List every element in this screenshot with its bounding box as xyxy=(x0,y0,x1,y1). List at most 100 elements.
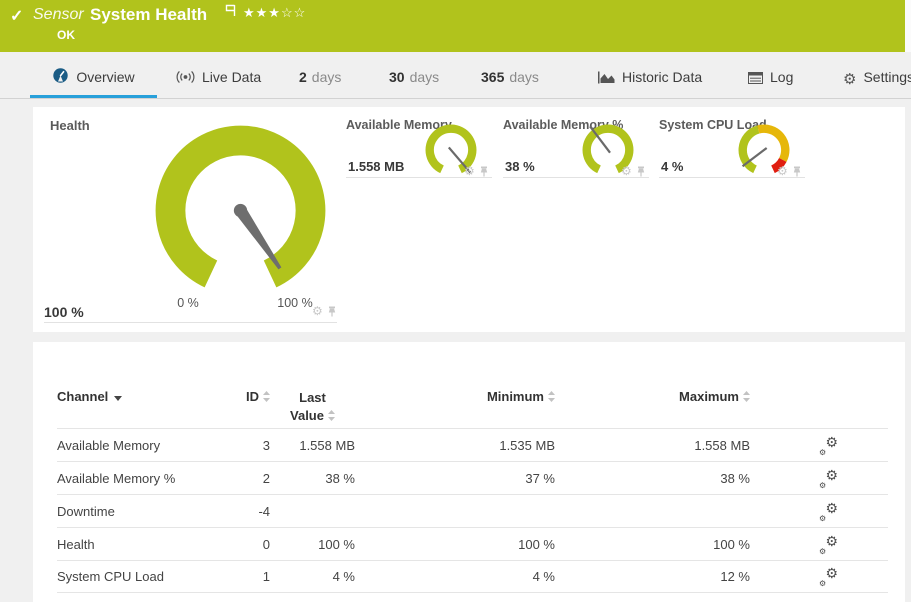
column-header-maximum[interactable]: Maximum xyxy=(555,389,750,404)
table-row[interactable]: Health 0 100 % 100 % 100 % ⚙⚙ xyxy=(57,527,888,560)
cell-last-value: 1.558 MB xyxy=(270,438,355,453)
column-header-channel-label: Channel xyxy=(57,389,108,404)
tab-2-days-number: 2 xyxy=(299,69,307,85)
tab-overview[interactable]: Overview xyxy=(30,51,157,98)
tile-gear-icon[interactable]: ⚙ xyxy=(464,165,475,177)
channel-settings-icon[interactable]: ⚙⚙ xyxy=(818,536,838,553)
tile-corner-icons: ⚙ xyxy=(464,165,489,177)
tab-historic-data-label: Historic Data xyxy=(622,69,702,85)
channel-table: Channel ID Last Value Minimum Maximum Av… xyxy=(57,380,888,593)
column-header-last-value[interactable]: Last Value xyxy=(270,389,355,424)
tab-bar: Overview Live Data 2 days 30 days 365 da… xyxy=(0,52,911,99)
cell-channel: Available Memory % xyxy=(57,471,227,486)
tab-overview-label: Overview xyxy=(76,69,134,85)
cell-id: 3 xyxy=(227,438,270,453)
active-tab-underline xyxy=(30,95,157,98)
header-right-gap xyxy=(905,0,911,52)
cell-id: 2 xyxy=(227,471,270,486)
tab-30-days-number: 30 xyxy=(389,69,405,85)
tab-2-days-unit: days xyxy=(312,69,342,85)
status-ok-icon: ✓ xyxy=(10,6,23,26)
sort-arrows-icon xyxy=(263,390,270,405)
tile-divider xyxy=(346,177,492,178)
gauge-needle xyxy=(231,201,285,272)
area-chart-icon xyxy=(598,71,615,87)
channel-settings-icon[interactable]: ⚙⚙ xyxy=(818,503,838,520)
gauges-panel: Health 0 % 100 % 100 % ⚙ Available Memor… xyxy=(33,107,905,332)
channel-settings-icon[interactable]: ⚙⚙ xyxy=(818,437,838,454)
gauge-icon xyxy=(52,67,69,87)
tab-log[interactable]: Log xyxy=(748,51,793,98)
cell-maximum: 100 % xyxy=(555,537,750,552)
column-header-id-label: ID xyxy=(246,389,259,404)
tile-corner-icons: ⚙ xyxy=(777,165,802,177)
cell-channel: System CPU Load xyxy=(57,569,227,584)
gauge-title: Health xyxy=(50,118,90,133)
status-badge: OK xyxy=(57,28,75,42)
column-header-last-value-label: Last Value xyxy=(290,390,326,423)
tab-30-days[interactable]: 30 days xyxy=(389,51,439,98)
table-row[interactable]: Available Memory % 2 38 % 37 % 38 % ⚙⚙ xyxy=(57,461,888,494)
tile-gear-icon[interactable]: ⚙ xyxy=(621,165,632,177)
tile-gear-icon[interactable]: ⚙ xyxy=(312,305,323,317)
tab-live-data[interactable]: Live Data xyxy=(176,51,261,98)
pin-icon[interactable] xyxy=(792,166,802,177)
cell-channel: Available Memory xyxy=(57,438,227,453)
gear-icon: ⚙ xyxy=(843,72,856,87)
priority-stars[interactable]: ★★★☆☆ xyxy=(243,5,306,21)
gauge-value: 38 % xyxy=(505,159,535,174)
broadcast-icon xyxy=(176,70,195,87)
cell-id: 0 xyxy=(227,537,270,552)
column-header-minimum-label: Minimum xyxy=(487,389,544,404)
tab-365-days-unit: days xyxy=(509,69,539,85)
tile-corner-icons: ⚙ xyxy=(621,165,646,177)
column-header-channel[interactable]: Channel xyxy=(57,389,227,404)
cell-maximum: 12 % xyxy=(555,569,750,584)
channels-panel: Channel ID Last Value Minimum Maximum Av… xyxy=(33,342,905,602)
tab-30-days-unit: days xyxy=(410,69,440,85)
cell-last-value: 4 % xyxy=(270,569,355,584)
tab-historic-data[interactable]: Historic Data xyxy=(598,51,702,98)
sensor-header: ✓ Sensor System Health ★★★☆☆ OK xyxy=(0,0,905,52)
pin-icon[interactable] xyxy=(636,166,646,177)
column-header-id[interactable]: ID xyxy=(227,389,270,404)
tab-settings[interactable]: ⚙ Settings xyxy=(843,51,911,98)
tab-log-label: Log xyxy=(770,69,793,85)
tab-2-days[interactable]: 2 days xyxy=(299,51,341,98)
cell-maximum: 1.558 MB xyxy=(555,438,750,453)
table-row[interactable]: System CPU Load 1 4 % 4 % 12 % ⚙⚙ xyxy=(57,560,888,593)
tile-divider xyxy=(503,177,649,178)
gauge-value: 100 % xyxy=(44,304,84,320)
health-gauge xyxy=(153,123,328,298)
table-row[interactable]: Available Memory 3 1.558 MB 1.535 MB 1.5… xyxy=(57,428,888,461)
gauge-value: 4 % xyxy=(661,159,683,174)
cell-last-value: 38 % xyxy=(270,471,355,486)
cell-minimum: 37 % xyxy=(355,471,555,486)
channel-settings-icon[interactable]: ⚙⚙ xyxy=(818,470,838,487)
tile-gear-icon[interactable]: ⚙ xyxy=(777,165,788,177)
cell-channel: Health xyxy=(57,537,227,552)
flag-icon[interactable] xyxy=(225,4,236,22)
table-header-row: Channel ID Last Value Minimum Maximum xyxy=(57,380,888,428)
sort-arrows-icon xyxy=(328,408,335,426)
sort-arrows-icon xyxy=(743,390,750,405)
tile-divider xyxy=(659,177,805,178)
cell-channel: Downtime xyxy=(57,504,227,519)
page-title: System Health xyxy=(90,5,207,25)
pin-icon[interactable] xyxy=(327,306,337,317)
log-list-icon xyxy=(748,71,763,87)
tile-divider xyxy=(44,322,337,323)
table-row[interactable]: Downtime -4 ⚙⚙ xyxy=(57,494,888,527)
tile-corner-icons: ⚙ xyxy=(312,305,337,317)
tab-365-days-number: 365 xyxy=(481,69,504,85)
tab-365-days[interactable]: 365 days xyxy=(481,51,539,98)
stars-filled: ★★★ xyxy=(243,5,281,20)
sort-caret-icon xyxy=(114,396,122,401)
sensor-kind-label: Sensor xyxy=(33,6,84,24)
cell-minimum: 100 % xyxy=(355,537,555,552)
cell-minimum: 1.535 MB xyxy=(355,438,555,453)
gauge-scale-min: 0 % xyxy=(160,296,216,310)
channel-settings-icon[interactable]: ⚙⚙ xyxy=(818,568,838,585)
pin-icon[interactable] xyxy=(479,166,489,177)
column-header-minimum[interactable]: Minimum xyxy=(355,389,555,404)
